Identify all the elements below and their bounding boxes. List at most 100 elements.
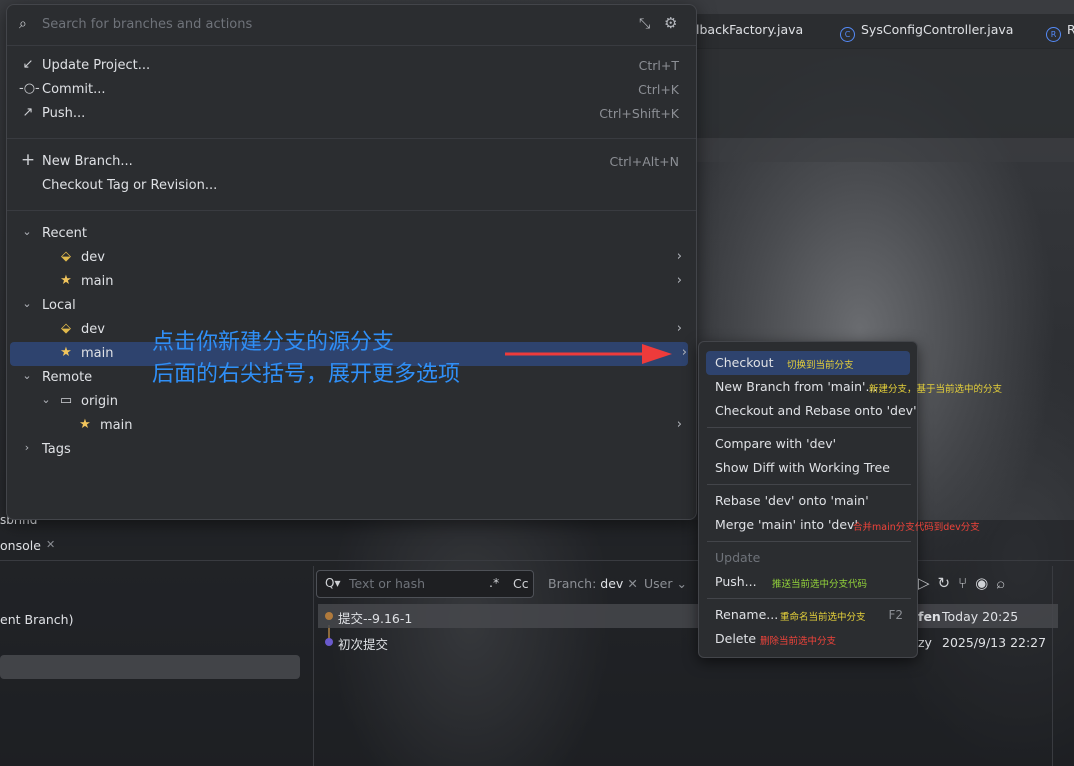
chevron-right-icon[interactable]: › xyxy=(677,417,682,432)
play-icon[interactable]: ▷ xyxy=(918,574,938,592)
branch-list-bar[interactable] xyxy=(0,655,300,679)
annotation-text-line2: 后面的右尖括号，展开更多选项 xyxy=(152,362,461,387)
editor-tab-sysconfig-controller[interactable]: C SysConfigController.java xyxy=(840,22,1013,42)
eye-icon[interactable]: ◉ xyxy=(975,574,996,592)
editor-tab-callback-factory[interactable]: lbackFactory.java xyxy=(696,22,803,37)
note-rename: 重命名当前选中分支 xyxy=(780,612,866,623)
remote-origin-folder[interactable]: ⌄ ▭ origin xyxy=(7,390,696,414)
tag-icon: ⬙ xyxy=(61,249,71,264)
chevron-right-icon[interactable]: › xyxy=(677,321,682,336)
menu-item-compare-with-dev[interactable]: Compare with 'dev' xyxy=(699,432,917,456)
commit-author: zy xyxy=(918,635,932,650)
checkout-tag-action[interactable]: Checkout Tag or Revision... xyxy=(7,174,696,198)
gear-icon[interactable]: ⚙ xyxy=(664,14,677,32)
commit-dot xyxy=(325,612,333,620)
editor-tab-r[interactable]: RR xyxy=(1046,22,1074,42)
chevron-down-icon: ⌄ xyxy=(41,393,51,406)
folder-icon: ▭ xyxy=(59,393,73,408)
annotation-text-line1: 点击你新建分支的源分支 xyxy=(152,330,395,355)
editor-breadcrumb-strip xyxy=(690,138,1074,162)
search-icon: Q▾ xyxy=(325,576,341,590)
editor-area xyxy=(690,48,1074,138)
star-icon: ★ xyxy=(60,345,72,360)
update-project-action[interactable]: ↙ Update Project... Ctrl+T xyxy=(7,54,696,78)
branch-context-menu: Checkout 切换到当前分支 New Branch from 'main'.… xyxy=(698,341,1002,658)
editor-tab-bar: lbackFactory.java C SysConfigController.j… xyxy=(690,14,1074,49)
annotation-arrow xyxy=(505,344,672,364)
push-action[interactable]: ↗ Push... Ctrl+Shift+K xyxy=(7,102,696,126)
commit-date: Today 20:25 xyxy=(942,609,1019,624)
chevron-right-icon[interactable]: › xyxy=(682,345,687,360)
new-branch-action[interactable]: + New Branch... Ctrl+Alt+N xyxy=(7,150,696,174)
branch-search-input[interactable]: Search for branches and actions xyxy=(42,17,252,32)
search-icon[interactable]: ⌕ xyxy=(996,574,1013,592)
chevron-right-icon[interactable]: › xyxy=(677,249,682,264)
chevron-right-icon: › xyxy=(24,441,30,454)
branch-item-remote-main[interactable]: ★ main › xyxy=(7,414,696,438)
plus-icon: + xyxy=(20,150,36,170)
divider xyxy=(707,541,911,542)
chevron-down-icon: ⌄ xyxy=(22,369,32,382)
menu-item-rename[interactable]: Rename... 重命名当前选中分支 F2 xyxy=(699,603,917,627)
branch-item-recent-main[interactable]: ★ main › xyxy=(7,270,696,294)
cherry-pick-icon[interactable]: ⑂ xyxy=(958,574,975,592)
branch-search-bar: ⌕ Search for branches and actions ⤡ ⚙ xyxy=(7,5,696,46)
divider xyxy=(707,484,911,485)
current-branch-label: ent Branch) xyxy=(0,612,74,627)
tree-group-tags[interactable]: › Tags xyxy=(7,438,696,462)
menu-item-merge-main-into-dev[interactable]: Merge 'main' into 'dev' 合并main分支代码到dev分支 xyxy=(699,513,980,537)
note-delete: 删除当前选中分支 xyxy=(760,636,837,647)
menu-item-push[interactable]: Push... 推送当前选中分支代码 xyxy=(699,570,917,594)
menu-item-new-branch-from-main[interactable]: New Branch from 'main'... 新建分支，基于当前选中的分支 xyxy=(699,375,1002,399)
chevron-down-icon: ⌄ xyxy=(22,297,32,310)
note-checkout: 切换到当前分支 xyxy=(787,360,854,371)
star-icon: ★ xyxy=(60,273,72,288)
console-tab[interactable]: onsole xyxy=(0,538,41,553)
r-class-icon: R xyxy=(1046,27,1061,42)
log-search-input[interactable]: Q▾ Text or hash .* Cc xyxy=(316,570,534,598)
commit-date: 2025/9/13 22:27 xyxy=(942,635,1047,650)
divider xyxy=(7,210,696,211)
menu-item-update: Update xyxy=(715,550,761,565)
note-push: 推送当前选中分支代码 xyxy=(772,579,868,590)
chevron-down-icon: ⌄ xyxy=(676,576,687,591)
user-filter[interactable]: User ⌄ xyxy=(644,576,687,591)
tree-group-recent[interactable]: ⌄ Recent xyxy=(7,222,696,246)
collapse-icon[interactable]: ⤡ xyxy=(639,16,650,32)
divider xyxy=(7,138,696,139)
close-icon[interactable]: ✕ xyxy=(46,538,55,551)
note-new-branch: 新建分支，基于当前选中的分支 xyxy=(869,384,1003,395)
git-branches-popup: ⌕ Search for branches and actions ⤡ ⚙ ↙ … xyxy=(6,4,697,520)
match-case-toggle[interactable]: Cc xyxy=(513,576,529,591)
update-arrow-icon: ↙ xyxy=(22,57,34,72)
star-icon: ★ xyxy=(79,417,91,432)
panel-divider xyxy=(1052,566,1053,766)
branch-filter[interactable]: Branch: dev ✕ xyxy=(548,576,638,591)
arrow-head xyxy=(642,344,672,364)
chevron-right-icon[interactable]: › xyxy=(677,273,682,288)
tree-group-local[interactable]: ⌄ Local xyxy=(7,294,696,318)
search-icon: ⌕ xyxy=(19,16,27,32)
chevron-down-icon: ⌄ xyxy=(22,225,32,238)
divider xyxy=(707,598,911,599)
commit-action[interactable]: -○- Commit... Ctrl+K xyxy=(7,78,696,102)
menu-item-delete[interactable]: Delete 删除当前选中分支 xyxy=(699,627,917,651)
branch-item-recent-dev[interactable]: ⬙ dev › xyxy=(7,246,696,270)
tag-icon: ⬙ xyxy=(61,321,71,336)
menu-item-checkout-and-rebase[interactable]: Checkout and Rebase onto 'dev' xyxy=(699,399,917,423)
refresh-icon[interactable]: ↻ xyxy=(938,574,959,592)
log-toolbar-icons: ▷↻⑂◉⌕ xyxy=(918,574,1013,592)
note-merge: 合并main分支代码到dev分支 xyxy=(853,522,980,533)
regex-toggle[interactable]: .* xyxy=(489,575,499,590)
commit-author: fen xyxy=(918,609,941,624)
clear-icon[interactable]: ✕ xyxy=(627,576,637,591)
commit-dot xyxy=(325,638,333,646)
git-log-toolbar: Q▾ Text or hash .* Cc Branch: dev ✕ User… xyxy=(314,566,694,602)
push-arrow-icon: ↗ xyxy=(22,105,34,120)
commit-icon: -○- xyxy=(19,81,40,96)
menu-item-show-diff[interactable]: Show Diff with Working Tree xyxy=(699,456,917,480)
divider xyxy=(707,427,911,428)
menu-item-checkout[interactable]: Checkout 切换到当前分支 xyxy=(706,351,910,375)
c-class-icon: C xyxy=(840,27,855,42)
menu-item-rebase-dev-onto-main[interactable]: Rebase 'dev' onto 'main' xyxy=(699,489,917,513)
